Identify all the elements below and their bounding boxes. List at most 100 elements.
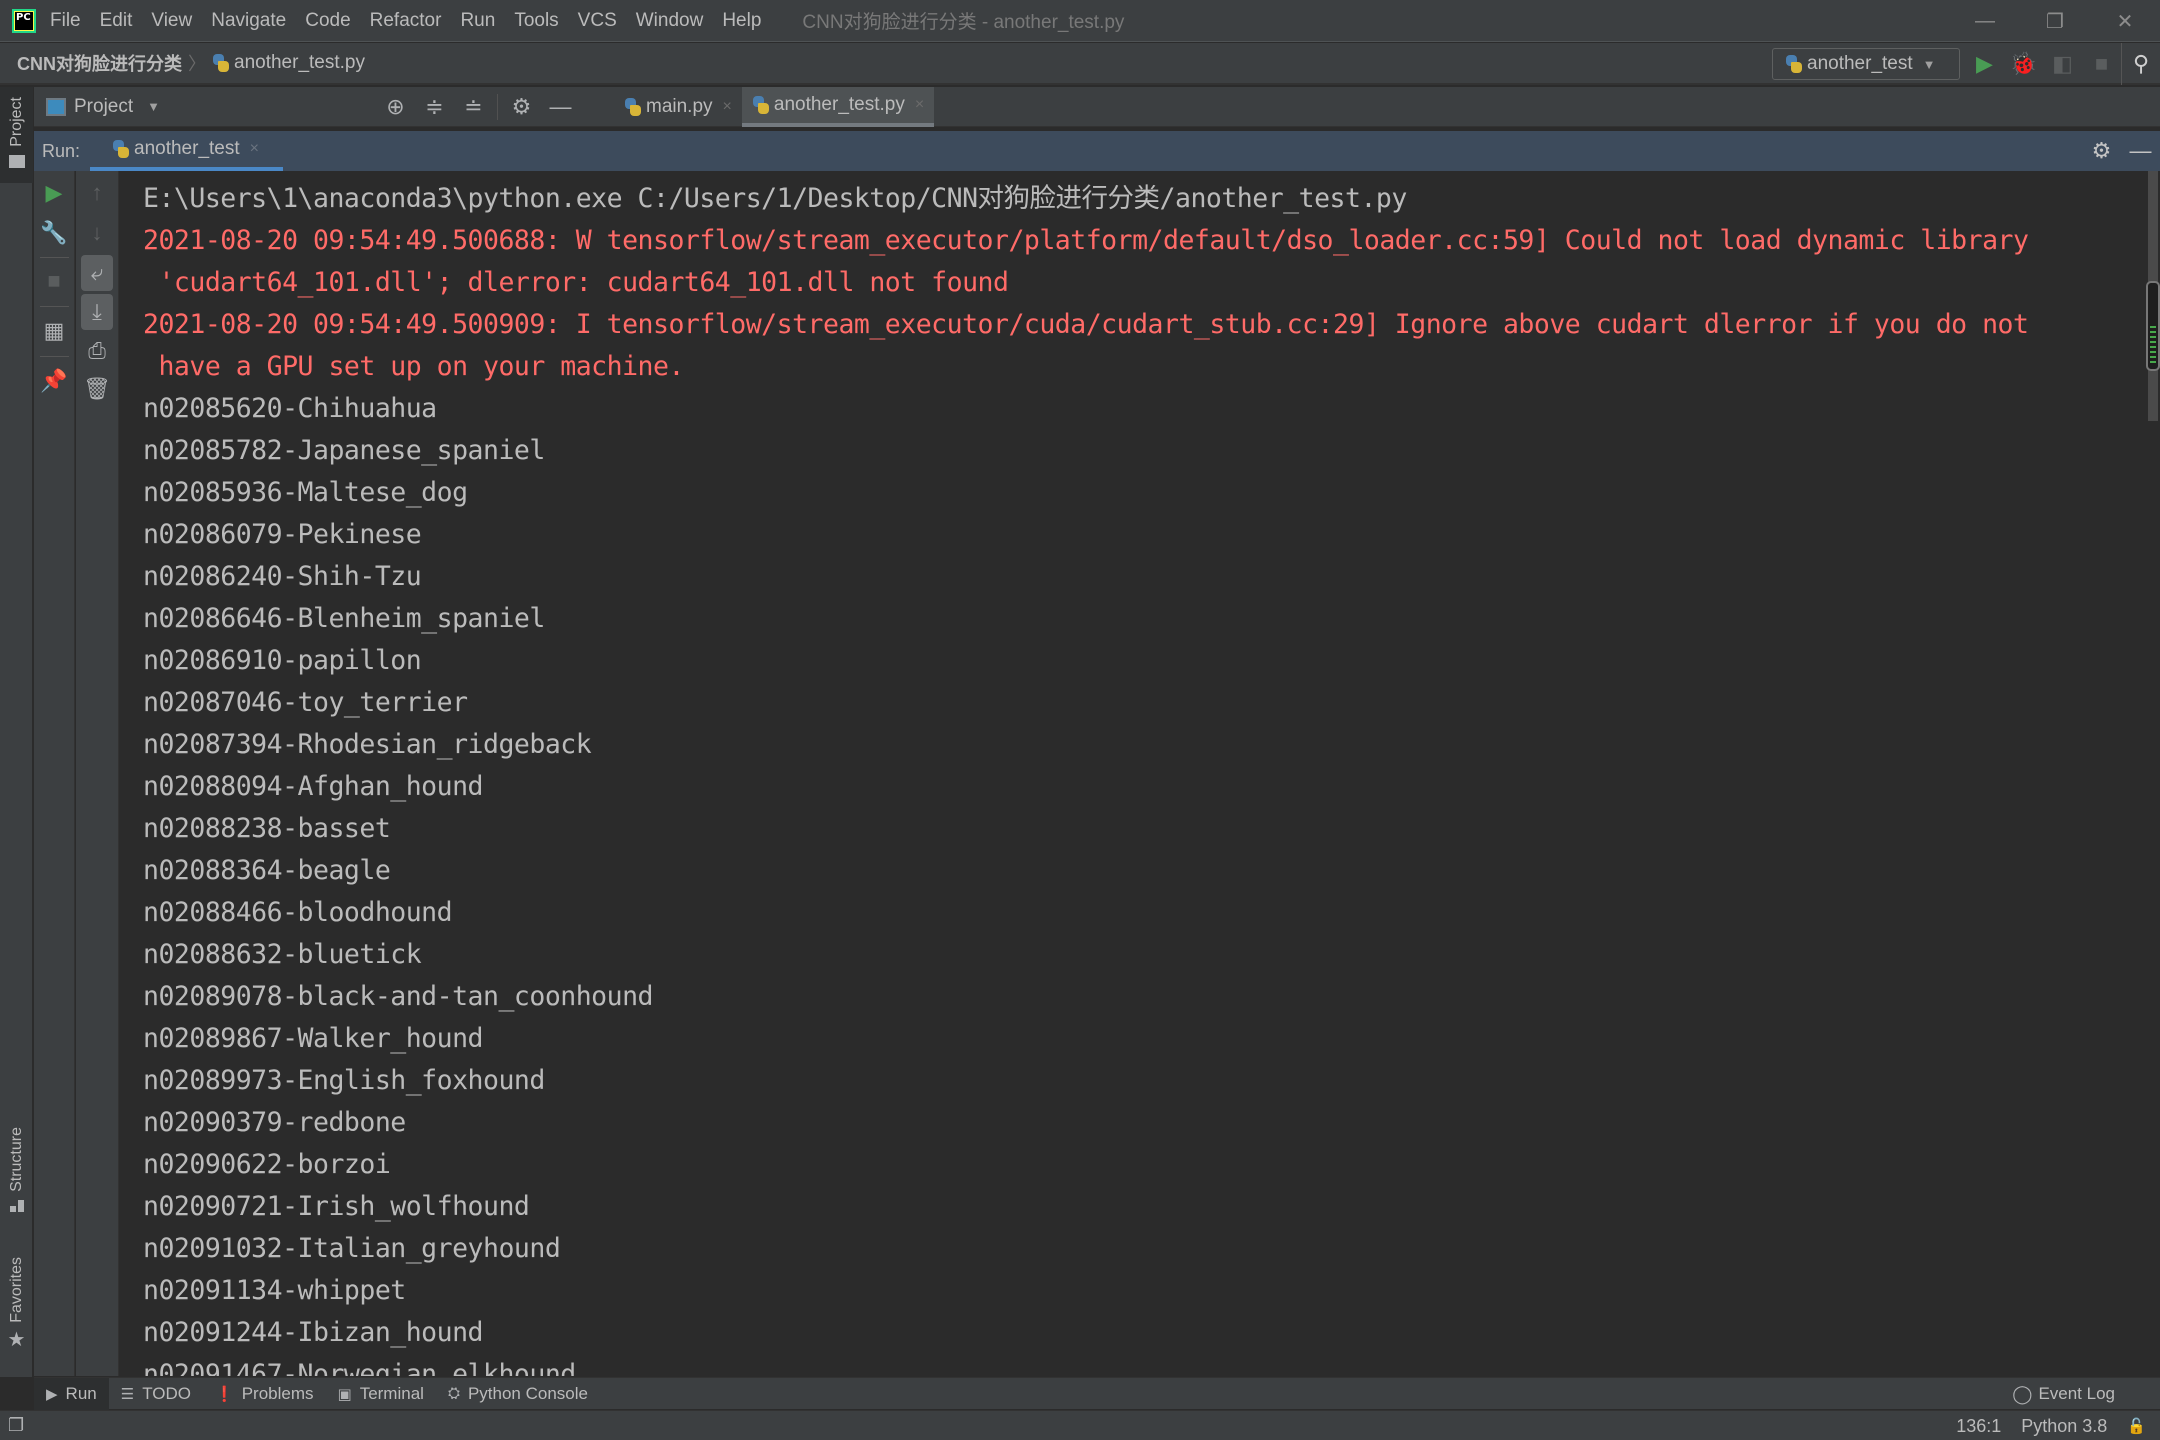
bottom-tool-tabs: ▶ Run ☰ TODO ❗ Problems ▣ Terminal ⛭ Pyt… [34, 1377, 2160, 1410]
close-window-button[interactable]: ✕ [2090, 0, 2160, 42]
console-error-line: 2021-08-20 09:54:49.500688: W tensorflow… [143, 225, 2029, 256]
next-occurrence-button[interactable]: ↓ [76, 215, 118, 251]
python-file-icon [752, 95, 770, 115]
console-scrollbar[interactable] [2146, 171, 2160, 1376]
structure-tool-tab[interactable]: Structure [0, 1127, 33, 1227]
locate-file-icon[interactable]: ⊕ [376, 94, 415, 120]
caret-position[interactable]: 136:1 [1956, 1416, 2001, 1437]
run-toolbar-secondary: ↑ ↓ ⤶ ⤓ ⎙ 🗑 [76, 171, 119, 1376]
close-icon[interactable]: × [250, 140, 259, 158]
python-interpreter[interactable]: Python 3.8 [2021, 1416, 2107, 1437]
divider [40, 306, 69, 307]
console-line: n02091032-Italian_greyhound [143, 1233, 561, 1264]
layout-button[interactable]: ▦ [34, 313, 74, 349]
console-line: n02091244-Ibizan_hound [143, 1317, 484, 1348]
expand-all-icon[interactable]: ≑ [415, 94, 454, 120]
print-button[interactable]: ⎙ [76, 333, 118, 369]
previous-occurrence-button[interactable]: ↑ [76, 175, 118, 211]
project-view-selector[interactable]: Project ▼ [46, 96, 160, 118]
modify-config-button[interactable]: 🔧 [34, 215, 74, 251]
run-window-header: Run: another_test × ⚙ — [34, 131, 2160, 171]
breadcrumb-project[interactable]: CNN对狗脸进行分类 [17, 50, 182, 76]
tool-tab-label: Problems [241, 1383, 314, 1403]
console-line: n02091467-Norwegian_elkhound [143, 1359, 576, 1376]
tool-tab-todo[interactable]: ☰ TODO [109, 1378, 203, 1410]
menu-vcs[interactable]: VCS [578, 10, 617, 32]
tool-tab-python-console[interactable]: ⛭ Python Console [436, 1378, 600, 1410]
minimize-button[interactable]: — [1950, 0, 2020, 42]
run-toolbar-primary: ▶ 🔧 ■ ▦ 📌 [34, 171, 75, 1376]
menu-help[interactable]: Help [722, 10, 761, 32]
console-line: n02086079-Pekinese [143, 519, 422, 550]
event-log-icon: ◯ [2012, 1383, 2033, 1404]
gear-icon[interactable]: ⚙ [2082, 138, 2121, 164]
project-toolbar: Project ▼ ⊕ ≑ ≐ ⚙ — main.py × another_te… [34, 87, 2160, 127]
hide-icon[interactable]: — [541, 94, 580, 120]
gear-icon[interactable]: ⚙ [502, 94, 541, 120]
debug-button[interactable]: 🐞 [2004, 43, 2043, 85]
editor-tab-main-py[interactable]: main.py × [614, 87, 742, 127]
toggle-tool-windows-icon[interactable]: ❐ [8, 1415, 24, 1436]
scroll-to-end-toggle[interactable]: ⤓ [81, 294, 113, 330]
console-line: n02090379-redbone [143, 1107, 406, 1138]
menu-code[interactable]: Code [305, 10, 350, 32]
python-file-icon [212, 53, 230, 73]
tool-tab-run[interactable]: ▶ Run [34, 1377, 109, 1410]
console-line: n02086910-papillon [143, 645, 422, 676]
lock-icon[interactable]: 🔓 [2127, 1417, 2146, 1435]
console-line: n02087046-toy_terrier [143, 687, 468, 718]
tool-tab-label: Python Console [467, 1383, 588, 1403]
run-button[interactable]: ▶ [1965, 43, 2004, 85]
console-line: E:\Users\1\anaconda3\python.exe C:/Users… [143, 183, 1407, 214]
window-title: CNN对狗脸进行分类 - another_test.py [802, 12, 1125, 33]
hide-icon[interactable]: — [2121, 138, 2160, 164]
console-line: n02089078-black-and-tan_coonhound [143, 981, 654, 1012]
menu-tools[interactable]: Tools [514, 10, 558, 32]
tool-tab-problems[interactable]: ❗ Problems [203, 1378, 326, 1410]
structure-tab-label: Structure [7, 1127, 25, 1192]
divider [40, 356, 69, 357]
tool-tab-terminal[interactable]: ▣ Terminal [326, 1378, 436, 1410]
search-everywhere-button[interactable]: ⚲ [2121, 43, 2160, 85]
stop-button[interactable]: ■ [34, 263, 74, 299]
menu-navigate[interactable]: Navigate [211, 10, 286, 32]
menu-refactor[interactable]: Refactor [370, 10, 442, 32]
project-tool-tab[interactable]: Project [0, 87, 33, 183]
run-with-coverage-button[interactable]: ◧ [2043, 43, 2082, 85]
project-tools: ⊕ ≑ ≐ ⚙ — [376, 87, 580, 127]
editor-tab-another-test-py[interactable]: another_test.py × [741, 87, 935, 127]
menu-window[interactable]: Window [636, 10, 704, 32]
terminal-icon: ▣ [337, 1385, 352, 1403]
console-line: n02086646-Blenheim_spaniel [143, 603, 545, 634]
restore-button[interactable]: ❐ [2020, 0, 2090, 42]
chevron-down-icon: ▼ [1922, 56, 1936, 72]
problems-icon: ❗ [215, 1385, 234, 1403]
favorites-tool-tab[interactable]: Favorites ★ [0, 1257, 33, 1367]
menu-run[interactable]: Run [460, 10, 495, 32]
star-icon: ★ [7, 1328, 26, 1351]
run-header-actions: ⚙ — [2082, 131, 2160, 171]
rerun-button[interactable]: ▶ [34, 175, 74, 211]
editor-tab-label: another_test.py [773, 94, 905, 115]
run-config-selector[interactable]: another_test ▼ [1772, 48, 1960, 80]
run-tab-another-test[interactable]: another_test × [90, 131, 283, 171]
breadcrumb-file[interactable]: another_test.py [212, 52, 365, 74]
folder-icon [8, 154, 25, 168]
stop-button[interactable]: ■ [2082, 43, 2121, 85]
console-line: n02090622-borzoi [143, 1149, 391, 1180]
menu-file[interactable]: File [50, 10, 81, 32]
menu-view[interactable]: View [151, 10, 192, 32]
clear-all-button[interactable]: 🗑 [76, 371, 118, 407]
console-line: n02085620-Chihuahua [143, 393, 437, 424]
close-icon[interactable]: × [915, 96, 924, 114]
soft-wrap-toggle[interactable]: ⤶ [81, 255, 113, 291]
navigation-bar: CNN对狗脸进行分类 〉 another_test.py another_tes… [0, 43, 2160, 85]
event-log-tab[interactable]: ◯ Event Log [2012, 1378, 2115, 1410]
console-line: n02087394-Rhodesian_ridgeback [143, 729, 592, 760]
menu-edit[interactable]: Edit [100, 10, 133, 32]
console-output[interactable]: E:\Users\1\anaconda3\python.exe C:/Users… [120, 171, 2144, 1376]
close-icon[interactable]: × [723, 98, 732, 116]
pin-tab-button[interactable]: 📌 [34, 363, 74, 399]
collapse-all-icon[interactable]: ≐ [454, 94, 493, 120]
favorites-tab-label: Favorites [7, 1257, 25, 1323]
